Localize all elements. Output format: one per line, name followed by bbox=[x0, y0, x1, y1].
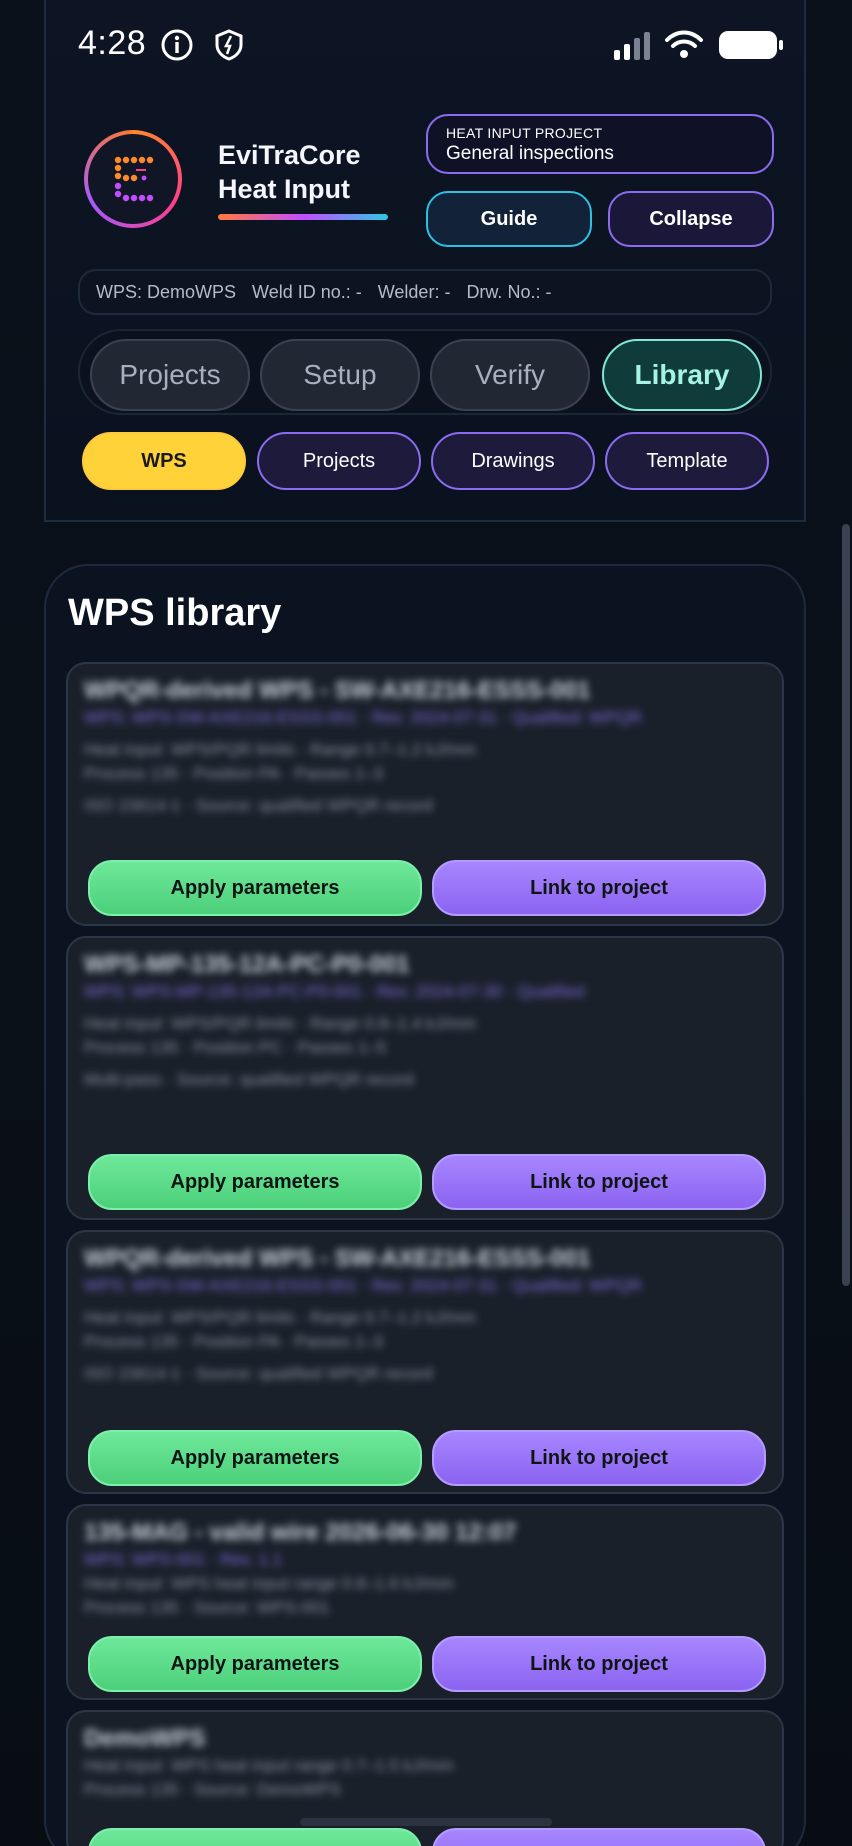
project-label: HEAT INPUT PROJECT bbox=[446, 125, 603, 141]
info-wps: WPS: DemoWPS bbox=[96, 281, 237, 302]
wps-item-details: WPQR-derived WPS - SW-AXE216-ESSS-001 WP… bbox=[84, 676, 770, 818]
collapse-button[interactable]: Collapse bbox=[608, 191, 774, 247]
wps-item-title: WPS-MP-135-12A-PC-P0-001 bbox=[84, 951, 410, 978]
wps-item-line: Process 135 · Position PA · Passes 1–3 bbox=[84, 1332, 384, 1351]
apply-parameters-button[interactable]: Apply parameters bbox=[88, 1430, 422, 1486]
wps-item-line: WPS: WPS-SW-AXE216-ESSS-001 · Rev. 2024-… bbox=[84, 708, 642, 727]
link-to-project-button[interactable]: Link to project bbox=[432, 1636, 766, 1692]
info-weld-id: Weld ID no.: - bbox=[252, 281, 362, 302]
wps-item-line: WPS: WPS-001 · Rev. 1.1 bbox=[84, 1550, 283, 1569]
link-to-project-button[interactable]: Link to project bbox=[432, 1828, 766, 1846]
wps-item-details: 135-MAG - valid wire 2026-06-30 12:07 WP… bbox=[84, 1518, 770, 1620]
wps-list-item: WPQR-derived WPS - SW-AXE216-ESSS-001 WP… bbox=[66, 662, 784, 926]
wps-item-line: Process 135 · Position PC · Passes 1–5 bbox=[84, 1038, 387, 1057]
wps-item-title: WPQR-derived WPS - SW-AXE216-ESSS-001 bbox=[84, 1245, 591, 1272]
guide-button[interactable]: Guide bbox=[426, 191, 592, 247]
battery-icon bbox=[718, 28, 784, 62]
wps-item-details: DemoWPS Heat input: WPS heat input range… bbox=[84, 1724, 770, 1802]
wps-item-line: ISO 15614-1 · Source: qualified WPQR rec… bbox=[84, 1364, 433, 1383]
link-to-project-button[interactable]: Link to project bbox=[432, 860, 766, 916]
wps-item-title: DemoWPS bbox=[84, 1725, 206, 1752]
wps-item-line: Heat input: WPS/PQR limits · Range 0.8–1… bbox=[84, 1014, 477, 1033]
main-tab-bar: Projects Setup Verify Library bbox=[78, 329, 772, 415]
app-logo bbox=[84, 130, 182, 228]
title-underline bbox=[218, 214, 388, 220]
project-selector[interactable]: HEAT INPUT PROJECT General inspections bbox=[426, 114, 774, 174]
link-to-project-button[interactable]: Link to project bbox=[432, 1430, 766, 1486]
wps-item-title: WPQR-derived WPS - SW-AXE216-ESSS-001 bbox=[84, 677, 591, 704]
wps-item-details: WPS-MP-135-12A-PC-P0-001 WPS: WPS-MP-135… bbox=[84, 950, 770, 1092]
wps-item-line: Process 135 · Position PA · Passes 1–3 bbox=[84, 764, 384, 783]
tab-verify[interactable]: Verify bbox=[430, 339, 590, 411]
wps-item-line: Heat input: WPS heat input range 0.7–1.5… bbox=[84, 1756, 454, 1775]
wifi-icon bbox=[664, 28, 704, 62]
status-time: 4:28 bbox=[78, 24, 147, 62]
logo-e-icon bbox=[114, 156, 154, 202]
subtab-wps[interactable]: WPS bbox=[82, 432, 246, 490]
scrollbar[interactable] bbox=[842, 524, 850, 1286]
wps-item-line: WPS: WPS-MP-135-12A-PC-P0-001 · Rev. 202… bbox=[84, 982, 585, 1001]
wps-item-line: ISO 15614-1 · Source: qualified WPQR rec… bbox=[84, 796, 433, 815]
wps-item-line: Heat input: WPS/PQR limits · Range 0.7–1… bbox=[84, 740, 477, 759]
wps-item-details: WPQR-derived WPS - SW-AXE216-ESSS-001 WP… bbox=[84, 1244, 770, 1386]
wps-list-item: WPQR-derived WPS - SW-AXE216-ESSS-001 WP… bbox=[66, 1230, 784, 1494]
apply-parameters-button[interactable]: Apply parameters bbox=[88, 1636, 422, 1692]
weld-info-strip: WPS: DemoWPS Weld ID no.: - Welder: - Dr… bbox=[78, 269, 772, 315]
info-welder: Welder: - bbox=[377, 281, 451, 302]
wps-list-item: 135-MAG - valid wire 2026-06-30 12:07 WP… bbox=[66, 1504, 784, 1700]
project-value: General inspections bbox=[446, 143, 614, 164]
status-bar: 4:28 bbox=[78, 22, 788, 66]
apply-parameters-button[interactable]: Apply parameters bbox=[88, 1828, 422, 1846]
subtab-projects[interactable]: Projects bbox=[257, 432, 421, 490]
info-drawing: Drw. No.: - bbox=[466, 281, 552, 302]
wps-item-line: Heat input: WPS heat input range 0.8–1.6… bbox=[84, 1574, 454, 1593]
home-indicator[interactable] bbox=[300, 1818, 552, 1826]
tab-library[interactable]: Library bbox=[602, 339, 762, 411]
subtab-drawings[interactable]: Drawings bbox=[431, 432, 595, 490]
app-title-line2: Heat Input bbox=[218, 174, 350, 204]
info-icon bbox=[160, 28, 194, 62]
wps-item-line: WPS: WPS-SW-AXE216-ESSS-001 · Rev. 2024-… bbox=[84, 1276, 642, 1295]
wps-item-line: Multi-pass · Source: qualified WPQR reco… bbox=[84, 1070, 414, 1089]
wps-item-title: 135-MAG - valid wire 2026-06-30 12:07 bbox=[84, 1519, 517, 1546]
wps-item-line: Process 135 · Source: WPS-001 bbox=[84, 1598, 330, 1617]
subtab-template[interactable]: Template bbox=[605, 432, 769, 490]
signal-icon bbox=[612, 28, 652, 62]
wps-item-line: Process 135 · Source: DemoWPS bbox=[84, 1780, 341, 1799]
tab-setup[interactable]: Setup bbox=[260, 339, 420, 411]
apply-parameters-button[interactable]: Apply parameters bbox=[88, 1154, 422, 1210]
wps-list-item: WPS-MP-135-12A-PC-P0-001 WPS: WPS-MP-135… bbox=[66, 936, 784, 1220]
wps-item-line: Heat input: WPS/PQR limits · Range 0.7–1… bbox=[84, 1308, 477, 1327]
app-title: EviTraCore Heat Input bbox=[218, 138, 361, 206]
tab-projects[interactable]: Projects bbox=[90, 339, 250, 411]
link-to-project-button[interactable]: Link to project bbox=[432, 1154, 766, 1210]
apply-parameters-button[interactable]: Apply parameters bbox=[88, 860, 422, 916]
app-title-line1: EviTraCore bbox=[218, 140, 361, 170]
shield-icon bbox=[212, 28, 246, 62]
library-title: WPS library bbox=[68, 592, 282, 634]
